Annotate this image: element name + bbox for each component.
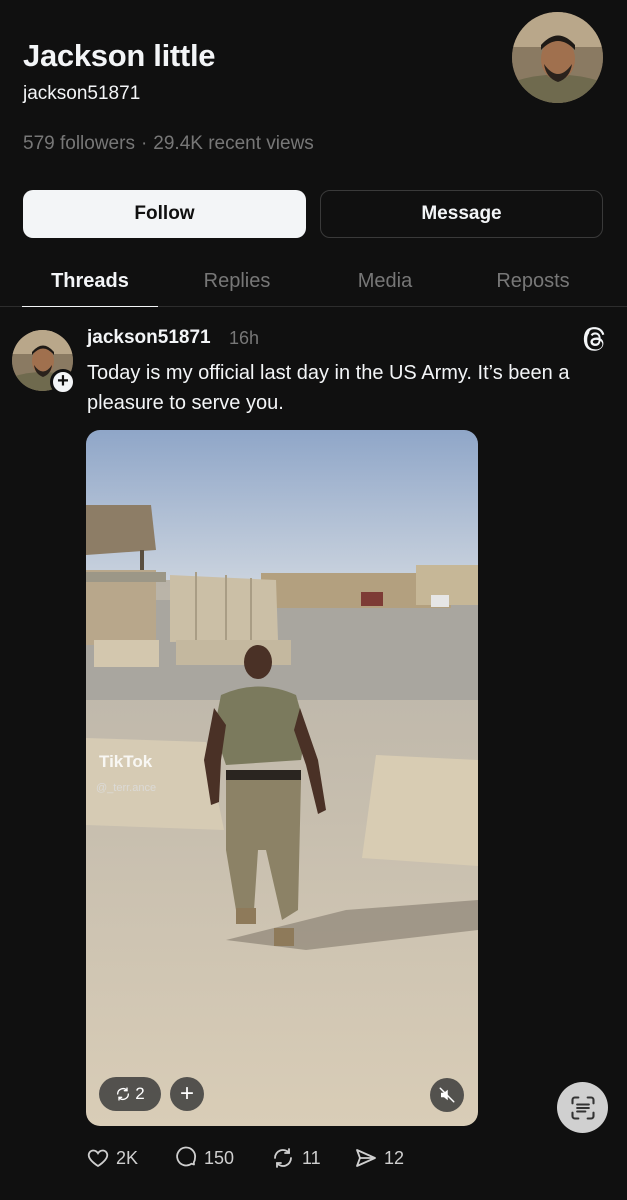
scan-text-button[interactable] bbox=[557, 1082, 608, 1133]
post-text: Today is my official last day in the US … bbox=[87, 362, 570, 414]
repost-button[interactable]: 11 bbox=[270, 1146, 321, 1170]
post-timestamp: 16h bbox=[229, 328, 260, 348]
tiktok-watermark: TikTok bbox=[99, 752, 153, 771]
reply-button[interactable]: 150 bbox=[174, 1146, 234, 1170]
share-button[interactable]: 12 bbox=[354, 1146, 404, 1170]
post-username[interactable]: jackson51871 bbox=[87, 327, 211, 349]
follow-button[interactable]: Follow bbox=[23, 190, 306, 238]
message-button[interactable]: Message bbox=[320, 190, 603, 238]
repost-icon bbox=[274, 1148, 292, 1168]
tab-media[interactable]: Media bbox=[310, 258, 460, 306]
profile-handle: jackson51871 bbox=[23, 83, 141, 104]
tab-threads[interactable]: Threads bbox=[15, 258, 165, 307]
like-count: 2K bbox=[116, 1147, 139, 1168]
profile-page: Jackson little jackson51871 579 follower… bbox=[0, 0, 627, 1200]
share-count: 12 bbox=[384, 1147, 405, 1168]
speaker-muted-icon bbox=[439, 1087, 455, 1103]
media-add-button[interactable]: + bbox=[170, 1077, 204, 1111]
stats-separator: · bbox=[140, 133, 148, 154]
repost-icon bbox=[117, 1087, 130, 1101]
tab-reposts[interactable]: Reposts bbox=[458, 258, 608, 306]
mute-button[interactable] bbox=[430, 1078, 464, 1112]
repost-count: 11 bbox=[302, 1147, 321, 1168]
threads-logo-icon[interactable] bbox=[582, 326, 608, 352]
comment-icon bbox=[176, 1146, 196, 1167]
profile-tabs: Threads Replies Media Reposts bbox=[0, 258, 627, 307]
scan-text-icon bbox=[570, 1095, 595, 1120]
tiktok-watermark-user: @_terr.ance bbox=[96, 782, 157, 794]
video-frame bbox=[86, 430, 478, 1126]
profile-name: Jackson little bbox=[23, 38, 216, 73]
profile-stats: 579 followers · 29.4K recent views bbox=[23, 133, 314, 155]
post-video[interactable]: TikTok @_terr.ance 2 + bbox=[86, 430, 478, 1126]
media-repost-pill[interactable]: 2 bbox=[99, 1077, 161, 1111]
reply-count: 150 bbox=[204, 1147, 235, 1168]
send-icon bbox=[356, 1149, 376, 1167]
heart-icon bbox=[87, 1149, 109, 1168]
follow-plus-badge[interactable]: + bbox=[50, 369, 76, 395]
like-button[interactable]: 2K bbox=[86, 1146, 138, 1170]
profile-avatar-image bbox=[512, 12, 603, 103]
followers-count[interactable]: 579 followers bbox=[23, 133, 135, 154]
tab-replies[interactable]: Replies bbox=[162, 258, 312, 306]
recent-views: 29.4K recent views bbox=[153, 133, 314, 154]
media-repost-count: 2 bbox=[135, 1084, 145, 1103]
profile-avatar[interactable] bbox=[512, 12, 603, 103]
